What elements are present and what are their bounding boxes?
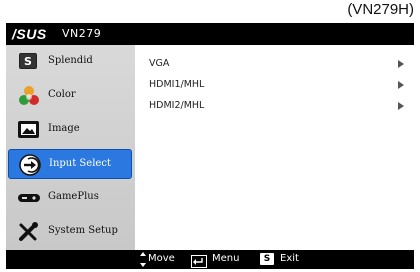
sidebar-item-input-select[interactable]: Input Select: [8, 149, 132, 179]
input-options-panel: VGA HDMI1/MHL HDMI2/MHL: [135, 45, 414, 250]
sidebar-item-gameplus[interactable]: GamePlus: [6, 183, 135, 213]
input-option-hdmi1-mhl[interactable]: HDMI1/MHL: [149, 79, 204, 90]
color-triangle-icon: [16, 84, 42, 108]
titlebar: /SUS VN279: [6, 23, 414, 45]
svg-text:S: S: [24, 55, 32, 68]
chevron-right-icon: [398, 60, 404, 68]
input-option-vga[interactable]: VGA: [149, 58, 169, 69]
menu-key-icon: [191, 253, 207, 268]
asus-logo: /SUS: [12, 26, 47, 42]
sidebar: S Splendid Color Image Input Select Game…: [6, 45, 135, 250]
input-select-icon: [17, 153, 43, 177]
sidebar-item-label: Color: [48, 89, 76, 100]
move-label: Move: [148, 253, 175, 264]
sidebar-item-label: GamePlus: [48, 191, 99, 202]
sidebar-item-image[interactable]: Image: [6, 115, 135, 145]
sidebar-item-splendid[interactable]: S Splendid: [6, 47, 135, 77]
image-frame-icon: [16, 118, 42, 142]
splendid-s-icon: S: [16, 50, 42, 74]
exit-key-icon: S: [260, 253, 274, 265]
tools-icon: [16, 220, 42, 244]
menu-label: Menu: [212, 253, 240, 264]
exit-label: Exit: [280, 253, 299, 264]
sidebar-item-label: System Setup: [48, 225, 118, 236]
osd-menu: /SUS VN279 S Splendid Color Image Input …: [6, 23, 414, 269]
chevron-right-icon: [398, 102, 404, 110]
sidebar-item-label: Splendid: [48, 55, 93, 66]
sidebar-item-label: Input Select: [49, 158, 111, 169]
sidebar-item-label: Image: [48, 123, 80, 134]
chevron-right-icon: [398, 81, 404, 89]
footer-bar: Move Menu S Exit: [6, 250, 414, 269]
gamepad-icon: [16, 186, 42, 210]
input-option-hdmi2-mhl[interactable]: HDMI2/MHL: [149, 100, 204, 111]
sidebar-item-color[interactable]: Color: [6, 81, 135, 111]
model-name: VN279: [62, 27, 102, 40]
model-tag: (VN279H): [347, 1, 414, 18]
move-arrows-icon: [140, 251, 146, 268]
sidebar-item-system-setup[interactable]: System Setup: [6, 217, 135, 247]
